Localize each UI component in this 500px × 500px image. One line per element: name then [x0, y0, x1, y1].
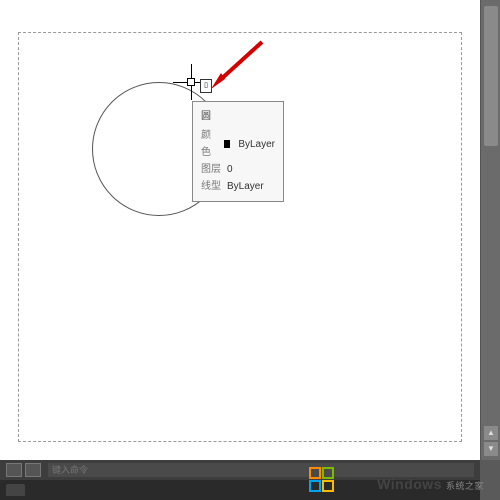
drawing-canvas[interactable]: ▯ 圆 颜色 ByLayer 图层 0 线型 ByLayer — [0, 0, 480, 460]
tooltip-row-linetype: 线型 ByLayer — [201, 178, 275, 195]
tooltip-value: ByLayer — [227, 178, 264, 195]
scrollbar-thumb[interactable] — [484, 6, 498, 146]
tooltip-row-layer: 图层 0 — [201, 161, 275, 178]
scroll-down-icon[interactable]: ▼ — [484, 442, 498, 456]
watermark-sub: 系统之家 — [446, 479, 484, 492]
tooltip-label: 颜色 — [201, 127, 218, 161]
pickbox — [187, 78, 195, 86]
scroll-up-icon[interactable]: ▲ — [484, 426, 498, 440]
tooltip-value: ByLayer — [238, 136, 275, 153]
watermark-brand: Windows — [377, 476, 442, 492]
tooltip-label: 图层 — [201, 161, 221, 178]
tooltip-row-color: 颜色 ByLayer — [201, 127, 275, 161]
entity-tooltip: 圆 颜色 ByLayer 图层 0 线型 ByLayer — [192, 101, 284, 202]
tooltip-title: 圆 — [201, 108, 275, 125]
vertical-scrollbar[interactable]: ▲ ▼ — [480, 0, 500, 460]
tooltip-label: 线型 — [201, 178, 221, 195]
paper-boundary — [18, 32, 462, 442]
windows-logo-icon — [308, 466, 336, 494]
status-toggle-button[interactable] — [25, 463, 41, 477]
annotation-arrow-icon — [207, 37, 267, 92]
tooltip-value: 0 — [227, 161, 233, 178]
watermark-text: Windows 系统之家 — [377, 476, 484, 492]
layout-tab[interactable] — [6, 484, 25, 496]
status-toggle-button[interactable] — [6, 463, 22, 477]
color-swatch-icon — [224, 140, 231, 148]
command-input[interactable] — [48, 463, 474, 477]
